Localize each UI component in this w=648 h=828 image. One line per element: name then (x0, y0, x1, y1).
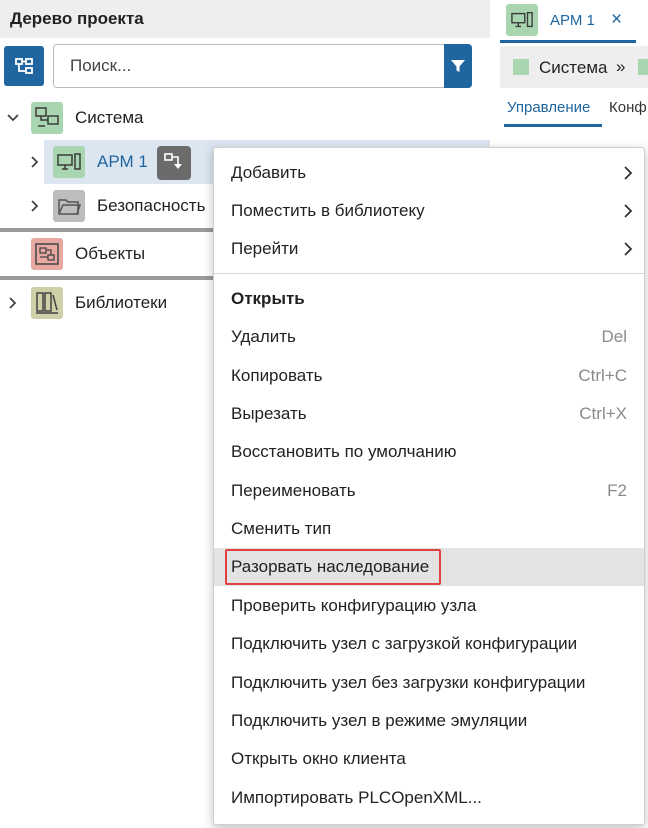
menu-item-label: Импортировать PLCOpenXML... (231, 788, 482, 807)
menu-item-label: Поместить в библиотеку (231, 201, 425, 220)
filter-button[interactable] (444, 44, 472, 88)
menu-item-label: Подключить узел без загрузки конфигураци… (231, 673, 586, 692)
menu-item-add[interactable]: Добавить (214, 154, 644, 192)
chevron-right-icon (624, 242, 633, 256)
breadcrumb: Система » (500, 46, 648, 88)
menu-item-label: Удалить (231, 327, 296, 346)
menu-item-label: Восстановить по умолчанию (231, 442, 457, 461)
menu-item-label: Подключить узел с загрузкой конфигурации (231, 634, 578, 653)
search-row (4, 44, 472, 88)
menu-item-shortcut: Ctrl+X (579, 404, 627, 423)
chevron-right-icon[interactable] (28, 155, 42, 169)
menu-item-label: Добавить (231, 163, 307, 182)
search-input[interactable] (54, 45, 444, 87)
libraries-icon (31, 287, 63, 319)
chevron-right-icon (624, 166, 633, 180)
menu-item-import-plcopenxml[interactable]: Импортировать PLCOpenXML... (214, 779, 644, 817)
tree-item-label: Система (75, 108, 144, 127)
search-box (53, 44, 472, 88)
menu-item-open-client-window[interactable]: Открыть окно клиента (214, 740, 644, 778)
tab-management[interactable]: Управление (507, 99, 590, 116)
close-icon[interactable]: × (611, 9, 622, 31)
menu-item-cut[interactable]: Вырезать Ctrl+X (214, 395, 644, 433)
chevron-right-icon (624, 204, 633, 218)
menu-item-label: Открыть окно клиента (231, 749, 406, 768)
workstation-icon (506, 4, 538, 36)
tree-item-system[interactable]: Система (0, 98, 490, 138)
section-divider (0, 276, 213, 280)
tree-item-label: Библиотеки (75, 293, 168, 312)
tab-configuration[interactable]: Конф (609, 99, 647, 116)
menu-item-label: Перейти (231, 239, 299, 258)
workstation-icon (638, 59, 648, 75)
menu-item-label: Подключить узел в режиме эмуляции (231, 711, 528, 730)
objects-icon (31, 238, 63, 270)
menu-item-connect-with-load[interactable]: Подключить узел с загрузкой конфигурации (214, 625, 644, 663)
menu-item-label: Вырезать (231, 404, 307, 423)
menu-item-label: Разорвать наследование (231, 557, 430, 576)
menu-item-copy[interactable]: Копировать Ctrl+C (214, 357, 644, 395)
system-icon (31, 102, 63, 134)
chevron-right-icon[interactable] (28, 199, 42, 213)
chevron-right-icon[interactable] (6, 296, 20, 310)
tree-item-label: АРМ 1 (97, 152, 148, 171)
tab-apm[interactable]: АРМ 1 × (500, 0, 648, 40)
menu-item-connect-emulation[interactable]: Подключить узел в режиме эмуляции (214, 702, 644, 740)
menu-item-connect-without-load[interactable]: Подключить узел без загрузки конфигураци… (214, 664, 644, 702)
menu-item-restore-default[interactable]: Восстановить по умолчанию (214, 433, 644, 471)
menu-item-place-in-library[interactable]: Поместить в библиотеку (214, 192, 644, 230)
hierarchy-icon (15, 58, 33, 74)
menu-item-break-inheritance[interactable]: Разорвать наследование (214, 548, 644, 586)
menu-item-change-type[interactable]: Сменить тип (214, 510, 644, 548)
tab-active-indicator (500, 40, 636, 43)
system-icon (513, 59, 529, 75)
subtab-active-indicator (504, 124, 602, 127)
breadcrumb-separator: » (616, 57, 626, 76)
menu-item-shortcut: Del (601, 327, 627, 346)
menu-item-shortcut: Ctrl+C (578, 366, 627, 385)
breadcrumb-item[interactable]: Система (539, 58, 607, 78)
tree-view-button[interactable] (4, 46, 44, 86)
tree-item-label: Безопасность (97, 196, 206, 215)
tree-item-label: Объекты (75, 244, 146, 263)
menu-item-open[interactable]: Открыть (214, 280, 644, 318)
tab-label: АРМ 1 (550, 12, 595, 29)
menu-item-label: Проверить конфигурацию узла (231, 596, 477, 615)
menu-item-check-config[interactable]: Проверить конфигурацию узла (214, 587, 644, 625)
workstation-icon (53, 146, 85, 178)
folder-icon (53, 190, 85, 222)
context-menu: Добавить Поместить в библиотеку Перейти … (213, 147, 645, 825)
menu-item-delete[interactable]: Удалить Del (214, 318, 644, 356)
chevron-down-icon[interactable] (6, 111, 20, 125)
move-down-icon (164, 153, 182, 169)
menu-item-label: Открыть (231, 289, 305, 308)
subtab-bar: Управление Конф (500, 90, 648, 128)
panel-title: Дерево проекта (0, 0, 490, 38)
section-divider (0, 228, 213, 232)
menu-item-label: Копировать (231, 366, 323, 385)
menu-item-go-to[interactable]: Перейти (214, 230, 644, 268)
menu-item-label: Сменить тип (231, 519, 332, 538)
menu-item-shortcut: F2 (607, 481, 627, 500)
menu-separator (214, 273, 644, 274)
drag-node-button[interactable] (157, 146, 191, 180)
menu-item-label: Переименовать (231, 481, 356, 500)
menu-item-rename[interactable]: Переименовать F2 (214, 472, 644, 510)
filter-icon (451, 60, 465, 72)
